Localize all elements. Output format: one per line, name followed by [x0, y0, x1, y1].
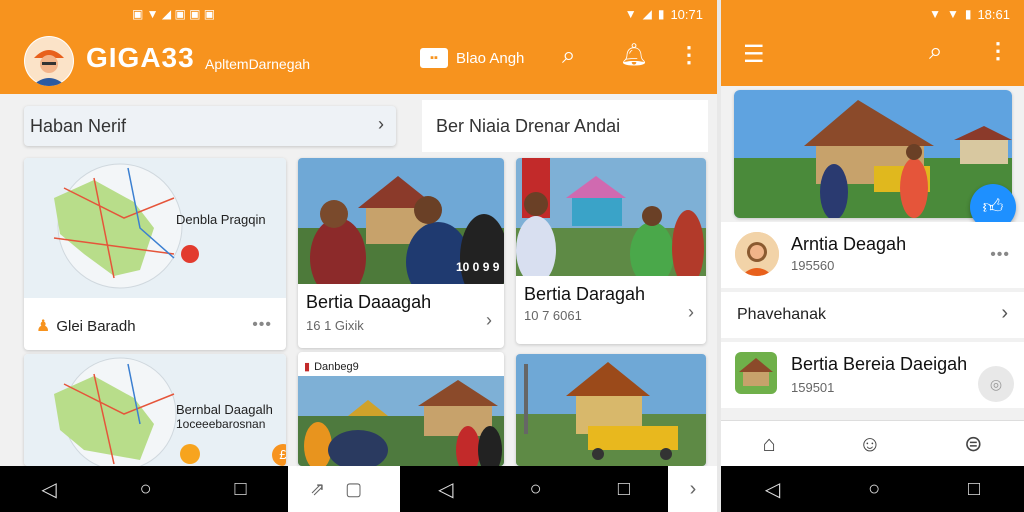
avatar[interactable]	[24, 36, 74, 86]
app-bar: ☰ ⌕ ⋮	[721, 28, 1024, 86]
post-image	[516, 158, 706, 276]
system-nav-bar: ◁ ○ □	[721, 466, 1024, 512]
recents-icon[interactable]: □	[618, 478, 630, 501]
battery-icon: ▮	[964, 7, 972, 21]
post-meta: 16 1 Gixik	[306, 318, 364, 333]
post-card[interactable]: 10 0 9 9 Bertia Daaagah 16 1 Gixik ›	[298, 158, 504, 348]
post-image	[516, 354, 706, 466]
post-title: Bertia Daragah	[524, 284, 646, 304]
home-tab-icon[interactable]: ⌂	[762, 431, 775, 457]
wifi-icon: ▼	[929, 7, 941, 21]
map-card-title: ♟ Glei Baradh	[36, 317, 136, 336]
post-card[interactable]	[516, 354, 706, 466]
search-bar-label: Haban Nerif	[30, 115, 127, 136]
post-card[interactable]: ▮ Danbeg9	[298, 352, 504, 466]
app-tagline: ApltemDarnegah	[205, 56, 311, 72]
status-bar: ▣ ▼ ◢ ▣ ▣ ▣ ▼ ◢ ▮ 10:71	[0, 0, 717, 28]
app-name: GIGA33	[86, 42, 195, 73]
share-icon[interactable]: ⇗	[310, 479, 325, 500]
search-bar[interactable]: Haban Nerif ›	[24, 106, 396, 146]
search-icon[interactable]: ⌕	[929, 38, 942, 66]
pin-icon	[180, 444, 200, 464]
notification-bell-icon[interactable]: 🔔︎	[620, 42, 648, 68]
profile-meta: 195560	[791, 258, 835, 273]
notification-icons: ▣ ▼ ◢ ▣ ▣ ▣	[132, 7, 216, 21]
map-card[interactable]: Bernbal Daagalh 1oceeebarosnan £	[24, 354, 286, 466]
more-horiz-icon[interactable]: •••	[990, 246, 1010, 264]
system-nav-bar: ◁ ○ □	[0, 466, 288, 512]
post-image	[298, 376, 504, 466]
blog-action[interactable]: ▪▪ Blao Angh	[420, 48, 524, 68]
chevron-right-icon: ›	[486, 310, 492, 330]
image-overlay-text: 10 0 9 9	[456, 260, 500, 274]
map-card[interactable]: Denbla Pragqin ♟ Glei Baradh •••	[24, 158, 286, 350]
app-bar: GIGA33 ApltemDarnegah ▪▪ Blao Angh ⌕ 🔔︎ …	[0, 28, 717, 94]
post-label: ▮ Danbeg9	[304, 360, 359, 374]
map-image	[24, 158, 286, 298]
back-icon[interactable]: ◁	[41, 477, 56, 502]
bookmark-icon[interactable]: ▢	[345, 479, 362, 500]
back-icon[interactable]: ◁	[765, 477, 780, 502]
chevron-right-icon[interactable]: ›	[668, 466, 718, 512]
home-icon[interactable]: ○	[140, 478, 152, 501]
post-title: Bertia Daaagah	[306, 292, 432, 312]
signal-icon: ◢	[642, 7, 652, 21]
more-vert-icon[interactable]: ⋮	[678, 42, 700, 68]
battery-icon: ▮	[657, 7, 665, 21]
person-icon: ♟	[36, 318, 51, 335]
recents-icon[interactable]: □	[234, 478, 246, 501]
status-time: 10:71	[670, 6, 703, 22]
chevron-right-icon: ›	[378, 114, 384, 134]
list-row[interactable]: Phavehanak ›	[721, 292, 1024, 338]
item-meta: 159501	[791, 380, 835, 395]
signal-icon: ▼	[946, 7, 959, 21]
back-icon[interactable]: ◁	[438, 477, 453, 502]
menu-icon[interactable]: ☰	[743, 40, 765, 69]
chevron-right-icon: ›	[688, 302, 694, 322]
tag-icon: ▮	[304, 361, 311, 373]
section-header: Ber Niaia Drenar Andai	[422, 100, 708, 152]
search-icon[interactable]: ⌕	[562, 42, 575, 70]
row-label: Phavehanak	[737, 306, 826, 323]
post-card[interactable]: Bertia Daragah 10 7 6061 ›	[516, 158, 706, 344]
more-vert-icon[interactable]: ⋮	[987, 38, 1009, 64]
message-icon: ▪▪	[420, 48, 448, 68]
map-label: Denbla Pragqin	[176, 212, 266, 227]
system-nav-bar: ◁ ○ □	[400, 466, 668, 512]
chevron-right-icon: ›	[1001, 302, 1008, 324]
card-actions: ⇗ ▢	[298, 466, 400, 512]
list-item[interactable]: Bertia Bereia Daeigah 159501 ◎	[721, 342, 1024, 408]
profile-name: Arntia Deagah	[791, 234, 907, 254]
item-title: Bertia Bereia Daeigah	[791, 354, 968, 374]
home-icon[interactable]: ○	[868, 478, 880, 501]
profile-row[interactable]: Arntia Deagah 195560 •••	[721, 222, 1024, 288]
recents-icon[interactable]: □	[968, 478, 980, 501]
avatar	[735, 232, 779, 276]
status-time: 18:61	[977, 6, 1010, 22]
camera-icon[interactable]: ◎	[978, 366, 1014, 402]
post-meta: 10 7 6061	[524, 308, 582, 323]
bottom-nav: ⌂ ☺ ⊜	[721, 420, 1024, 466]
status-bar: ▼ ▼ ▮ 18:61	[721, 0, 1024, 28]
map-label: Bernbal Daagalh	[176, 402, 273, 417]
chat-tab-icon[interactable]: ☺	[859, 431, 881, 457]
more-horiz-icon[interactable]: •••	[252, 316, 272, 334]
wifi-icon: ▼	[624, 7, 637, 21]
map-sub-label: 1oceeebarosnan	[176, 417, 266, 431]
profile-tab-icon[interactable]: ⊜	[964, 431, 982, 457]
home-icon[interactable]: ○	[530, 478, 542, 501]
item-thumbnail	[735, 352, 777, 394]
